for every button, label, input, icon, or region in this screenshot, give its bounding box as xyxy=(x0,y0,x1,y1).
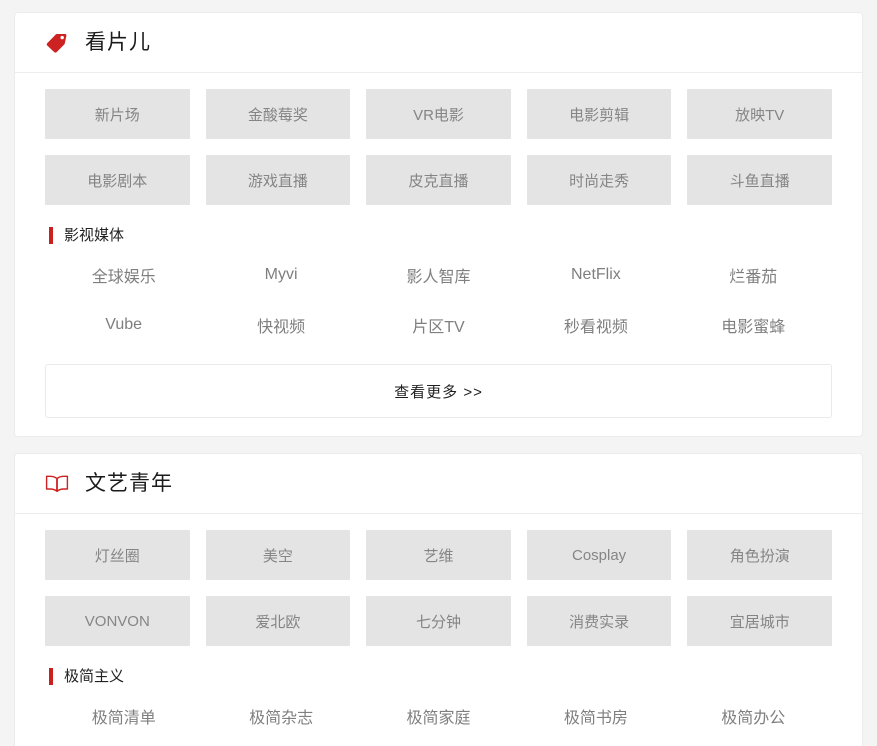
section-header: 文艺青年 xyxy=(15,454,862,514)
tag-grid: 灯丝圈 美空 艺维 Cosplay 角色扮演 VONVON 爱北欧 七分钟 消费… xyxy=(45,530,832,646)
section-title: 看片儿 xyxy=(85,31,151,54)
tag-button[interactable]: 时尚走秀 xyxy=(526,155,672,205)
tag-button[interactable]: 美空 xyxy=(205,530,351,580)
tag-button[interactable]: VR电影 xyxy=(366,89,511,139)
open-book-icon xyxy=(43,470,71,498)
link-item[interactable]: 全球娱乐 xyxy=(45,250,202,300)
tag-button[interactable]: 爱北欧 xyxy=(205,596,351,646)
page-container: 看片儿 新片场 金酸莓奖 VR电影 电影剪辑 放映TV 电影剧本 游戏直播 皮克… xyxy=(0,0,877,746)
tag-button[interactable]: VONVON xyxy=(45,596,190,646)
link-item[interactable]: 极简办公 xyxy=(675,691,832,741)
view-more-button[interactable]: 查看更多 >> xyxy=(45,364,832,418)
link-item[interactable]: 烂番茄 xyxy=(675,250,832,300)
tag-button[interactable]: Cosplay xyxy=(526,530,672,580)
link-grid: 极简清单 极简杂志 极简家庭 极简书房 极简办公 xyxy=(45,691,832,741)
link-item[interactable]: NetFlix xyxy=(517,250,674,300)
subsection-title: 极简主义 xyxy=(64,668,125,685)
tag-button[interactable]: 消费实录 xyxy=(526,596,672,646)
tag-button[interactable]: 艺维 xyxy=(366,530,511,580)
link-item[interactable]: Vube xyxy=(45,300,202,350)
link-item[interactable]: 秒看视频 xyxy=(517,300,674,350)
tag-button[interactable]: 斗鱼直播 xyxy=(687,155,832,205)
accent-bar-icon xyxy=(49,227,53,244)
tag-button[interactable]: 灯丝圈 xyxy=(45,530,190,580)
link-item[interactable]: Myvi xyxy=(202,250,359,300)
section-header: 看片儿 xyxy=(15,13,862,73)
subsection-yingshimeiti: 影视媒体 全球娱乐 Myvi 影人智库 NetFlix 烂番茄 Vube 快视频… xyxy=(45,227,832,350)
tag-button[interactable]: 游戏直播 xyxy=(205,155,351,205)
section-card-kanpianr: 看片儿 新片场 金酸莓奖 VR电影 电影剪辑 放映TV 电影剧本 游戏直播 皮克… xyxy=(14,12,863,437)
subsection-header: 影视媒体 xyxy=(45,227,832,244)
tag-grid: 新片场 金酸莓奖 VR电影 电影剪辑 放映TV 电影剧本 游戏直播 皮克直播 时… xyxy=(45,89,832,205)
tag-button[interactable]: 角色扮演 xyxy=(687,530,832,580)
tag-button[interactable]: 放映TV xyxy=(687,89,832,139)
tag-button[interactable]: 金酸莓奖 xyxy=(205,89,351,139)
tag-button[interactable]: 电影剪辑 xyxy=(526,89,672,139)
tag-button[interactable]: 七分钟 xyxy=(366,596,511,646)
section-card-wenyiqingnian: 文艺青年 灯丝圈 美空 艺维 Cosplay 角色扮演 VONVON 爱北欧 七… xyxy=(14,453,863,746)
link-item[interactable]: 极简杂志 xyxy=(202,691,359,741)
tag-button[interactable]: 电影剧本 xyxy=(45,155,190,205)
section-body: 新片场 金酸莓奖 VR电影 电影剪辑 放映TV 电影剧本 游戏直播 皮克直播 时… xyxy=(15,73,862,436)
link-item[interactable]: 快视频 xyxy=(202,300,359,350)
subsection-title: 影视媒体 xyxy=(64,227,125,244)
subsection-jijianzhuyi: 极简主义 极简清单 极简杂志 极简家庭 极简书房 极简办公 xyxy=(45,668,832,741)
link-item[interactable]: 电影蜜蜂 xyxy=(675,300,832,350)
price-tag-icon xyxy=(43,29,71,57)
link-item[interactable]: 片区TV xyxy=(360,300,517,350)
link-item[interactable]: 影人智库 xyxy=(360,250,517,300)
link-item[interactable]: 极简书房 xyxy=(517,691,674,741)
subsection-header: 极简主义 xyxy=(45,668,832,685)
link-grid: 全球娱乐 Myvi 影人智库 NetFlix 烂番茄 Vube 快视频 片区TV… xyxy=(45,250,832,350)
accent-bar-icon xyxy=(49,668,53,685)
tag-button[interactable]: 宜居城市 xyxy=(687,596,832,646)
section-title: 文艺青年 xyxy=(85,472,173,495)
section-body: 灯丝圈 美空 艺维 Cosplay 角色扮演 VONVON 爱北欧 七分钟 消费… xyxy=(15,514,862,746)
tag-button[interactable]: 皮克直播 xyxy=(366,155,511,205)
link-item[interactable]: 极简清单 xyxy=(45,691,202,741)
link-item[interactable]: 极简家庭 xyxy=(360,691,517,741)
tag-button[interactable]: 新片场 xyxy=(45,89,190,139)
